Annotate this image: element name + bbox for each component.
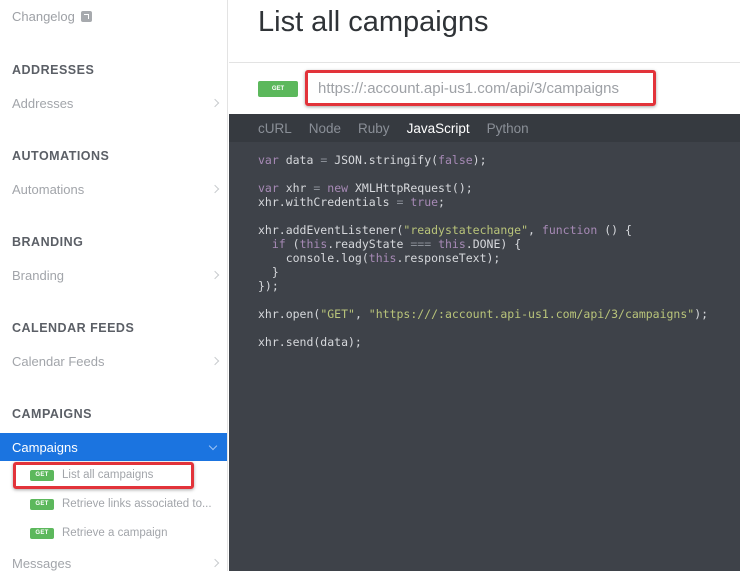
http-method-badge: GET xyxy=(258,81,298,97)
sub-item-label: Retrieve a campaign xyxy=(62,527,168,539)
code-token: () { xyxy=(597,223,632,237)
code-token: this xyxy=(299,237,328,251)
code-token: this xyxy=(368,251,397,265)
changelog-link[interactable]: Changelog xyxy=(12,9,92,24)
sidebar-item-branding[interactable]: Branding xyxy=(0,264,227,286)
divider xyxy=(229,62,740,63)
sidebar-item-automations[interactable]: Automations xyxy=(0,178,227,200)
code-panel: cURL Node Ruby JavaScript Python var dat… xyxy=(229,114,740,571)
sidebar-item-label: Calendar Feeds xyxy=(12,353,105,369)
code-token: ); xyxy=(472,153,487,167)
sidebar-item-label: Messages xyxy=(12,555,72,571)
tab-curl[interactable]: cURL xyxy=(258,121,292,136)
sub-item-label: Retrieve links associated to... xyxy=(62,498,212,510)
code-token: JSON.stringify( xyxy=(327,153,439,167)
section-heading-branding: BRANDING xyxy=(12,235,84,249)
chevron-right-icon xyxy=(210,558,220,568)
chevron-down-icon xyxy=(208,441,218,451)
code-token: xhr.withCredentials xyxy=(258,195,397,209)
sidebar-item-label: Campaigns xyxy=(12,439,78,455)
section-heading-addresses: ADDRESSES xyxy=(12,63,95,77)
code-token: xhr.addEventListener( xyxy=(258,223,404,237)
tab-javascript[interactable]: JavaScript xyxy=(407,121,470,136)
code-sample: var data = JSON.stringify(false); var xh… xyxy=(258,153,708,349)
chevron-right-icon xyxy=(210,184,220,194)
get-method-badge: GET xyxy=(30,527,54,539)
sidebar-item-campaigns[interactable]: Campaigns xyxy=(0,433,227,461)
tab-python[interactable]: Python xyxy=(487,121,529,136)
code-token: if xyxy=(258,237,286,251)
code-token: "GET" xyxy=(320,307,355,321)
code-token: .DONE) { xyxy=(465,237,522,251)
code-token: ( xyxy=(285,237,300,251)
code-token: xhr xyxy=(278,181,314,195)
sidebar-item-label: Automations xyxy=(12,181,85,197)
code-token: .readyState xyxy=(327,237,411,251)
highlight-annotation xyxy=(13,462,194,489)
section-heading-calendar-feeds: CALENDAR FEEDS xyxy=(12,321,135,335)
code-token: .responseText); xyxy=(396,251,501,265)
code-token: ); xyxy=(694,307,709,321)
code-token: } xyxy=(258,265,279,279)
code-token: }); xyxy=(258,279,279,293)
code-token: this xyxy=(431,237,466,251)
chevron-right-icon xyxy=(210,98,220,108)
code-token: , xyxy=(354,307,369,321)
sidebar: Changelog ADDRESSES Addresses AUTOMATION… xyxy=(0,0,228,571)
changelog-label: Changelog xyxy=(12,9,75,24)
code-token: === xyxy=(410,237,432,251)
section-heading-automations: AUTOMATIONS xyxy=(12,149,110,163)
highlight-annotation xyxy=(305,70,656,106)
code-token: "readystatechange" xyxy=(403,223,529,237)
sidebar-item-label: Branding xyxy=(12,267,65,283)
sidebar-item-addresses[interactable]: Addresses xyxy=(0,92,227,114)
code-token: true xyxy=(403,195,439,209)
main-content: List all campaigns GET https://:account.… xyxy=(229,0,740,571)
code-token: function xyxy=(541,223,598,237)
code-token: , xyxy=(528,223,542,237)
sidebar-item-label: Addresses xyxy=(12,95,74,111)
chevron-right-icon xyxy=(210,270,220,280)
sidebar-item-messages[interactable]: Messages xyxy=(0,552,227,571)
code-token: var xyxy=(258,181,279,195)
tab-ruby[interactable]: Ruby xyxy=(358,121,390,136)
chevron-right-icon xyxy=(210,356,220,366)
code-token: new xyxy=(320,181,349,195)
code-token: XMLHttpRequest(); xyxy=(348,181,473,195)
code-token: "https:///:account.api-us1.com/api/3/cam… xyxy=(368,307,695,321)
sub-item-retrieve-campaign[interactable]: GET Retrieve a campaign xyxy=(30,527,167,539)
external-link-icon xyxy=(80,11,92,22)
get-method-badge: GET xyxy=(30,498,54,510)
code-token: xhr.open( xyxy=(258,307,321,321)
page-title: List all campaigns xyxy=(258,6,489,38)
tab-node[interactable]: Node xyxy=(309,121,341,136)
code-token: console.log( xyxy=(258,251,369,265)
code-token: xhr.send(data); xyxy=(258,335,362,349)
code-token: ; xyxy=(438,195,445,209)
code-token: var xyxy=(258,153,279,167)
code-token: false xyxy=(438,153,473,167)
sidebar-item-calendar-feeds[interactable]: Calendar Feeds xyxy=(0,350,227,372)
section-heading-campaigns: CAMPAIGNS xyxy=(12,407,92,421)
sub-item-retrieve-links[interactable]: GET Retrieve links associated to... xyxy=(30,498,212,510)
language-tabs: cURL Node Ruby JavaScript Python xyxy=(229,114,740,142)
code-token: data xyxy=(278,153,321,167)
